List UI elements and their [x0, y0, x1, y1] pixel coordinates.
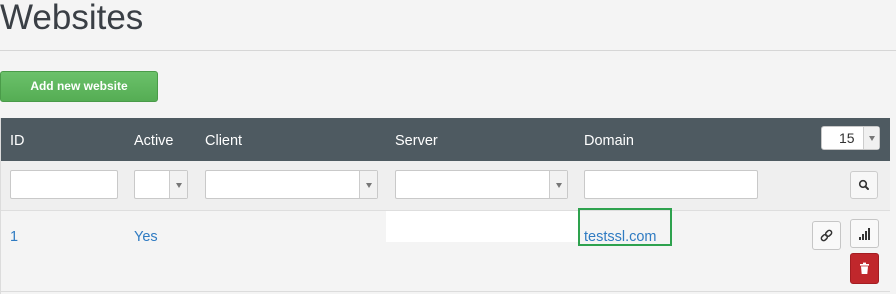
filter-row [1, 161, 890, 211]
column-header-id[interactable]: ID [10, 133, 25, 149]
filter-active-select[interactable] [134, 170, 188, 199]
filter-server-select[interactable] [395, 170, 568, 199]
add-new-website-button[interactable]: Add new website [0, 71, 158, 102]
table-header: ID Active Client Server Domain 15 [1, 118, 890, 161]
domain-highlight-box [578, 208, 672, 246]
delete-website-button[interactable] [850, 253, 879, 284]
row-id-link[interactable]: 1 [10, 229, 18, 245]
filter-id-input[interactable] [10, 170, 118, 199]
column-header-active[interactable]: Active [134, 133, 174, 149]
column-header-server[interactable]: Server [395, 133, 438, 149]
filter-domain-input[interactable] [584, 170, 758, 199]
filter-client-select[interactable] [205, 170, 378, 199]
link-icon [813, 222, 840, 249]
table-row: 1 Yes testssl.com [1, 208, 890, 291]
chevron-down-icon [549, 171, 567, 198]
trash-icon [851, 254, 878, 283]
per-page-value: 15 [839, 130, 855, 146]
search-button[interactable] [850, 171, 878, 199]
open-website-button[interactable] [812, 221, 841, 250]
chevron-down-icon [169, 171, 187, 198]
search-icon [851, 172, 877, 198]
table-bottom-divider [1, 291, 890, 292]
column-header-client[interactable]: Client [205, 133, 242, 149]
statistics-button[interactable] [850, 219, 879, 248]
chevron-down-icon [359, 171, 377, 198]
per-page-select[interactable]: 15 [821, 126, 880, 150]
row-active-link[interactable]: Yes [134, 229, 158, 245]
chevron-down-icon [863, 127, 879, 149]
row-server-cell [386, 211, 580, 242]
column-header-domain[interactable]: Domain [584, 133, 634, 149]
stats-icon [851, 220, 878, 247]
page-title: Websites [0, 0, 144, 37]
title-divider [0, 50, 896, 51]
websites-table: ID Active Client Server Domain 15 1 Yes … [0, 118, 890, 294]
